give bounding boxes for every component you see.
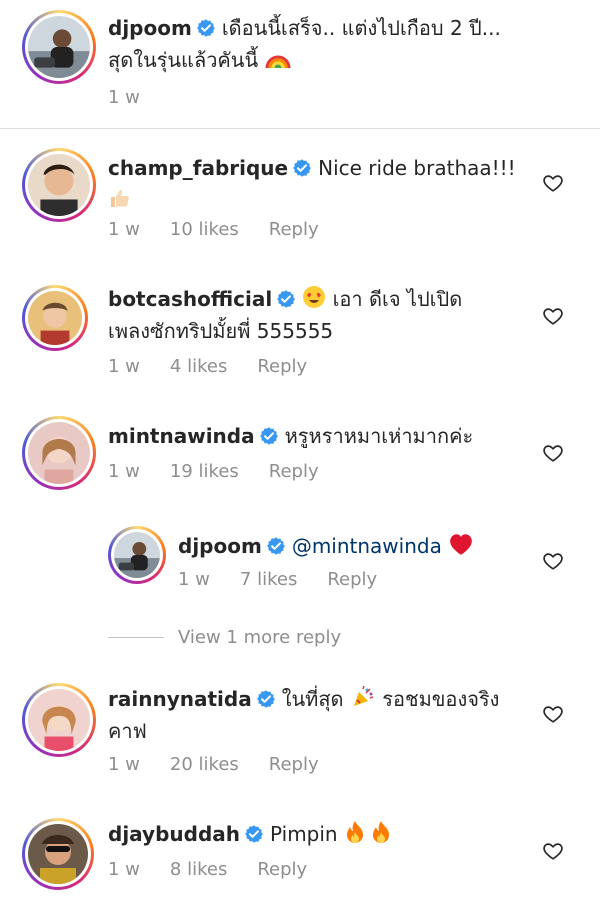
reply-button[interactable]: Reply — [327, 569, 377, 590]
username[interactable]: djpoom — [178, 534, 262, 558]
timestamp: 1 w — [108, 754, 140, 775]
caption-text: djpoom เดือนนี้เสร็จ.. แต่งไปเกือบ 2 ปี..… — [108, 12, 578, 76]
heart-icon[interactable] — [542, 172, 564, 194]
verified-badge-icon — [259, 426, 279, 446]
divider — [0, 128, 600, 129]
username[interactable]: champ_fabrique — [108, 156, 288, 180]
comment-item: botcashofficial เอา ดีเจ ไปเปิด เพลงซักท… — [0, 275, 600, 395]
comment-meta: 1 w 10 likes Reply — [108, 218, 349, 242]
username[interactable]: djpoom — [108, 16, 192, 40]
likes-count[interactable]: 10 likes — [170, 219, 239, 240]
verified-badge-icon — [276, 289, 296, 309]
comment-meta: 1 w 20 likes Reply — [108, 753, 349, 777]
comment-body: หรูหราหมาเห่ามากค่ะ — [284, 424, 474, 448]
view-more-replies-button[interactable]: View 1 more reply — [178, 626, 341, 650]
reply-button[interactable]: Reply — [257, 859, 307, 880]
comment-text: botcashofficial เอา ดีเจ ไปเปิด เพลงซักท… — [108, 283, 528, 347]
reply-item: djpoom @mintnawinda 1 w 7 likes Reply — [0, 520, 600, 610]
comment-item: mintnawinda หรูหราหมาเห่ามากค่ะ 1 w 19 lik… — [0, 408, 600, 498]
avatar[interactable] — [22, 818, 94, 890]
comment-text: champ_fabrique Nice ride brathaa!!! — [108, 152, 528, 216]
timestamp: 1 w — [108, 87, 140, 108]
likes-count[interactable]: 4 likes — [170, 356, 227, 377]
comment-meta: 1 w 19 likes Reply — [108, 460, 349, 484]
comment-body: Nice ride brathaa!!! — [318, 156, 516, 180]
caption: djpoom เดือนนี้เสร็จ.. แต่งไปเกือบ 2 ปี..… — [0, 0, 600, 128]
reply-text: djpoom @mintnawinda — [178, 530, 528, 562]
likes-count[interactable]: 8 likes — [170, 859, 227, 880]
reply-meta: 1 w 7 likes Reply — [178, 568, 407, 592]
comment-body-line1: ในที่สุด — [281, 687, 344, 711]
red-heart-emoji — [450, 534, 473, 555]
reply-button[interactable]: Reply — [269, 461, 319, 482]
likes-count[interactable]: 7 likes — [240, 569, 297, 590]
avatar[interactable] — [22, 683, 96, 757]
avatar[interactable] — [22, 416, 96, 490]
timestamp: 1 w — [178, 569, 210, 590]
fire-emoji — [346, 821, 363, 843]
avatar[interactable] — [22, 285, 88, 351]
heart-eyes-emoji — [303, 286, 326, 308]
timestamp: 1 w — [108, 859, 140, 880]
comment-body-line2: เพลงซักทริปมั้ยพี่ 555555 — [108, 319, 334, 343]
comment-item: champ_fabrique Nice ride brathaa!!! 1 w 10… — [0, 140, 600, 260]
view-replies-line — [108, 637, 164, 638]
username[interactable]: mintnawinda — [108, 424, 255, 448]
heart-icon[interactable] — [542, 305, 564, 327]
likes-count[interactable]: 19 likes — [170, 461, 239, 482]
heart-icon[interactable] — [542, 703, 564, 725]
reply-button[interactable]: Reply — [257, 356, 307, 377]
comment-text: djaybuddah Pimpin — [108, 818, 528, 850]
avatar[interactable] — [108, 526, 166, 584]
verified-badge-icon — [196, 18, 216, 38]
comment-text: mintnawinda หรูหราหมาเห่ามากค่ะ — [108, 420, 528, 452]
comment-body-line1b: รอชมของจริง — [382, 687, 500, 711]
username[interactable]: botcashofficial — [108, 287, 272, 311]
party-popper-emoji — [353, 685, 374, 706]
comment-body-line1: เอา ดีเจ ไปเปิด — [332, 287, 463, 311]
verified-badge-icon — [256, 689, 276, 709]
timestamp: 1 w — [108, 356, 140, 377]
likes-count[interactable]: 20 likes — [170, 754, 239, 775]
timestamp: 1 w — [108, 461, 140, 482]
verified-badge-icon — [266, 536, 286, 556]
mention-link[interactable]: @mintnawinda — [292, 534, 442, 558]
heart-icon[interactable] — [542, 442, 564, 464]
comment-text: rainnynatida ในที่สุด รอชมของจริง คาฟ — [108, 683, 528, 747]
caption-line1: เดือนนี้เสร็จ.. แต่งไปเกือบ 2 ปี... — [221, 16, 501, 40]
heart-icon[interactable] — [542, 840, 564, 862]
username[interactable]: djaybuddah — [108, 822, 240, 846]
comment-meta: 1 w 4 likes Reply — [108, 355, 337, 379]
reply-button[interactable]: Reply — [269, 754, 319, 775]
avatar[interactable] — [22, 148, 96, 222]
avatar[interactable] — [22, 10, 96, 84]
comment-meta: 1 w 8 likes Reply — [108, 858, 337, 882]
reply-button[interactable]: Reply — [269, 219, 319, 240]
username[interactable]: rainnynatida — [108, 687, 252, 711]
thumbs-up-emoji — [111, 190, 129, 207]
comment-item: djaybuddah Pimpin 1 w 8 likes Reply — [0, 812, 600, 899]
caption-line2: สุดในรุ่นแล้วคันนี้ — [108, 48, 259, 72]
heart-icon[interactable] — [542, 550, 564, 572]
fire-emoji — [372, 821, 389, 843]
rainbow-emoji — [265, 55, 291, 69]
comment-item: rainnynatida ในที่สุด รอชมของจริง คาฟ 1 w… — [0, 675, 600, 795]
timestamp: 1 w — [108, 219, 140, 240]
caption-meta: 1 w — [108, 86, 170, 110]
comment-body: Pimpin — [270, 822, 338, 846]
verified-badge-icon — [244, 824, 264, 844]
comment-body-line2: คาฟ — [108, 719, 147, 743]
verified-badge-icon — [292, 158, 312, 178]
